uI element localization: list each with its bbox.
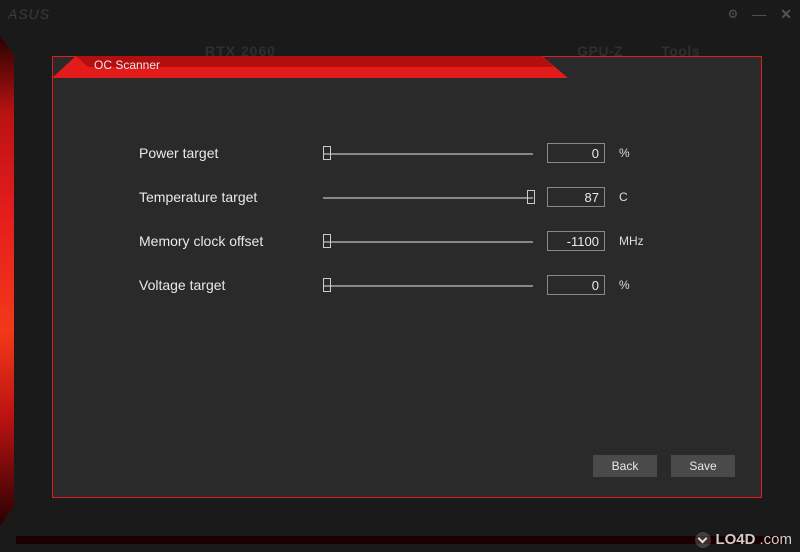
watermark: LO4D.com xyxy=(695,531,792,548)
settings-icon[interactable]: ⚙ xyxy=(728,7,739,21)
slider-thumb[interactable] xyxy=(527,190,535,204)
left-accent-glow xyxy=(0,36,14,526)
slider-unit: C xyxy=(619,190,645,204)
slider-track[interactable] xyxy=(323,192,533,202)
slider-unit: % xyxy=(619,146,645,160)
slider-unit: % xyxy=(619,278,645,292)
window-controls: ⚙ — ✕ xyxy=(728,6,793,23)
save-button[interactable]: Save xyxy=(671,455,735,477)
slider-label: Voltage target xyxy=(139,277,309,293)
slider-row: Voltage target 0% xyxy=(139,275,701,295)
slider-track[interactable] xyxy=(323,236,533,246)
panel-header: OC Scanner xyxy=(52,56,572,78)
back-button[interactable]: Back xyxy=(593,455,657,477)
panel-title: OC Scanner xyxy=(94,58,160,72)
slider-thumb[interactable] xyxy=(323,234,331,248)
bottom-accent xyxy=(16,536,784,544)
slider-label: Memory clock offset xyxy=(139,233,309,249)
slider-row: Memory clock offset -1100 MHz xyxy=(139,231,701,251)
slider-thumb[interactable] xyxy=(323,278,331,292)
titlebar: ASUS ⚙ — ✕ xyxy=(0,0,800,28)
app-window: ASUS ⚙ — ✕ RTX 2060 GPU-Z Tools OC Scann… xyxy=(0,0,800,552)
svg-text:ASUS: ASUS xyxy=(8,6,50,22)
watermark-site: LO4D xyxy=(715,531,755,548)
download-icon xyxy=(695,532,711,548)
slider-row: Power target 0% xyxy=(139,143,701,163)
minimize-icon[interactable]: — xyxy=(752,6,766,22)
slider-thumb[interactable] xyxy=(323,146,331,160)
slider-value[interactable]: 0 xyxy=(547,275,605,295)
slider-label: Power target xyxy=(139,145,309,161)
close-icon[interactable]: ✕ xyxy=(780,6,792,23)
slider-value[interactable]: -1100 xyxy=(547,231,605,251)
slider-unit: MHz xyxy=(619,234,645,248)
asus-logo: ASUS xyxy=(8,6,88,22)
oc-scanner-panel: OC Scanner Power target 0% Temperature tar… xyxy=(52,56,762,498)
watermark-tld: .com xyxy=(759,531,792,548)
panel-buttons: Back Save xyxy=(593,455,735,477)
slider-value[interactable]: 0 xyxy=(547,143,605,163)
slider-track[interactable] xyxy=(323,280,533,290)
slider-value[interactable]: 87 xyxy=(547,187,605,207)
scanner-form: Power target 0% Temperature target 87 C Memor… xyxy=(139,143,701,319)
slider-label: Temperature target xyxy=(139,189,309,205)
slider-row: Temperature target 87 C xyxy=(139,187,701,207)
slider-track[interactable] xyxy=(323,148,533,158)
